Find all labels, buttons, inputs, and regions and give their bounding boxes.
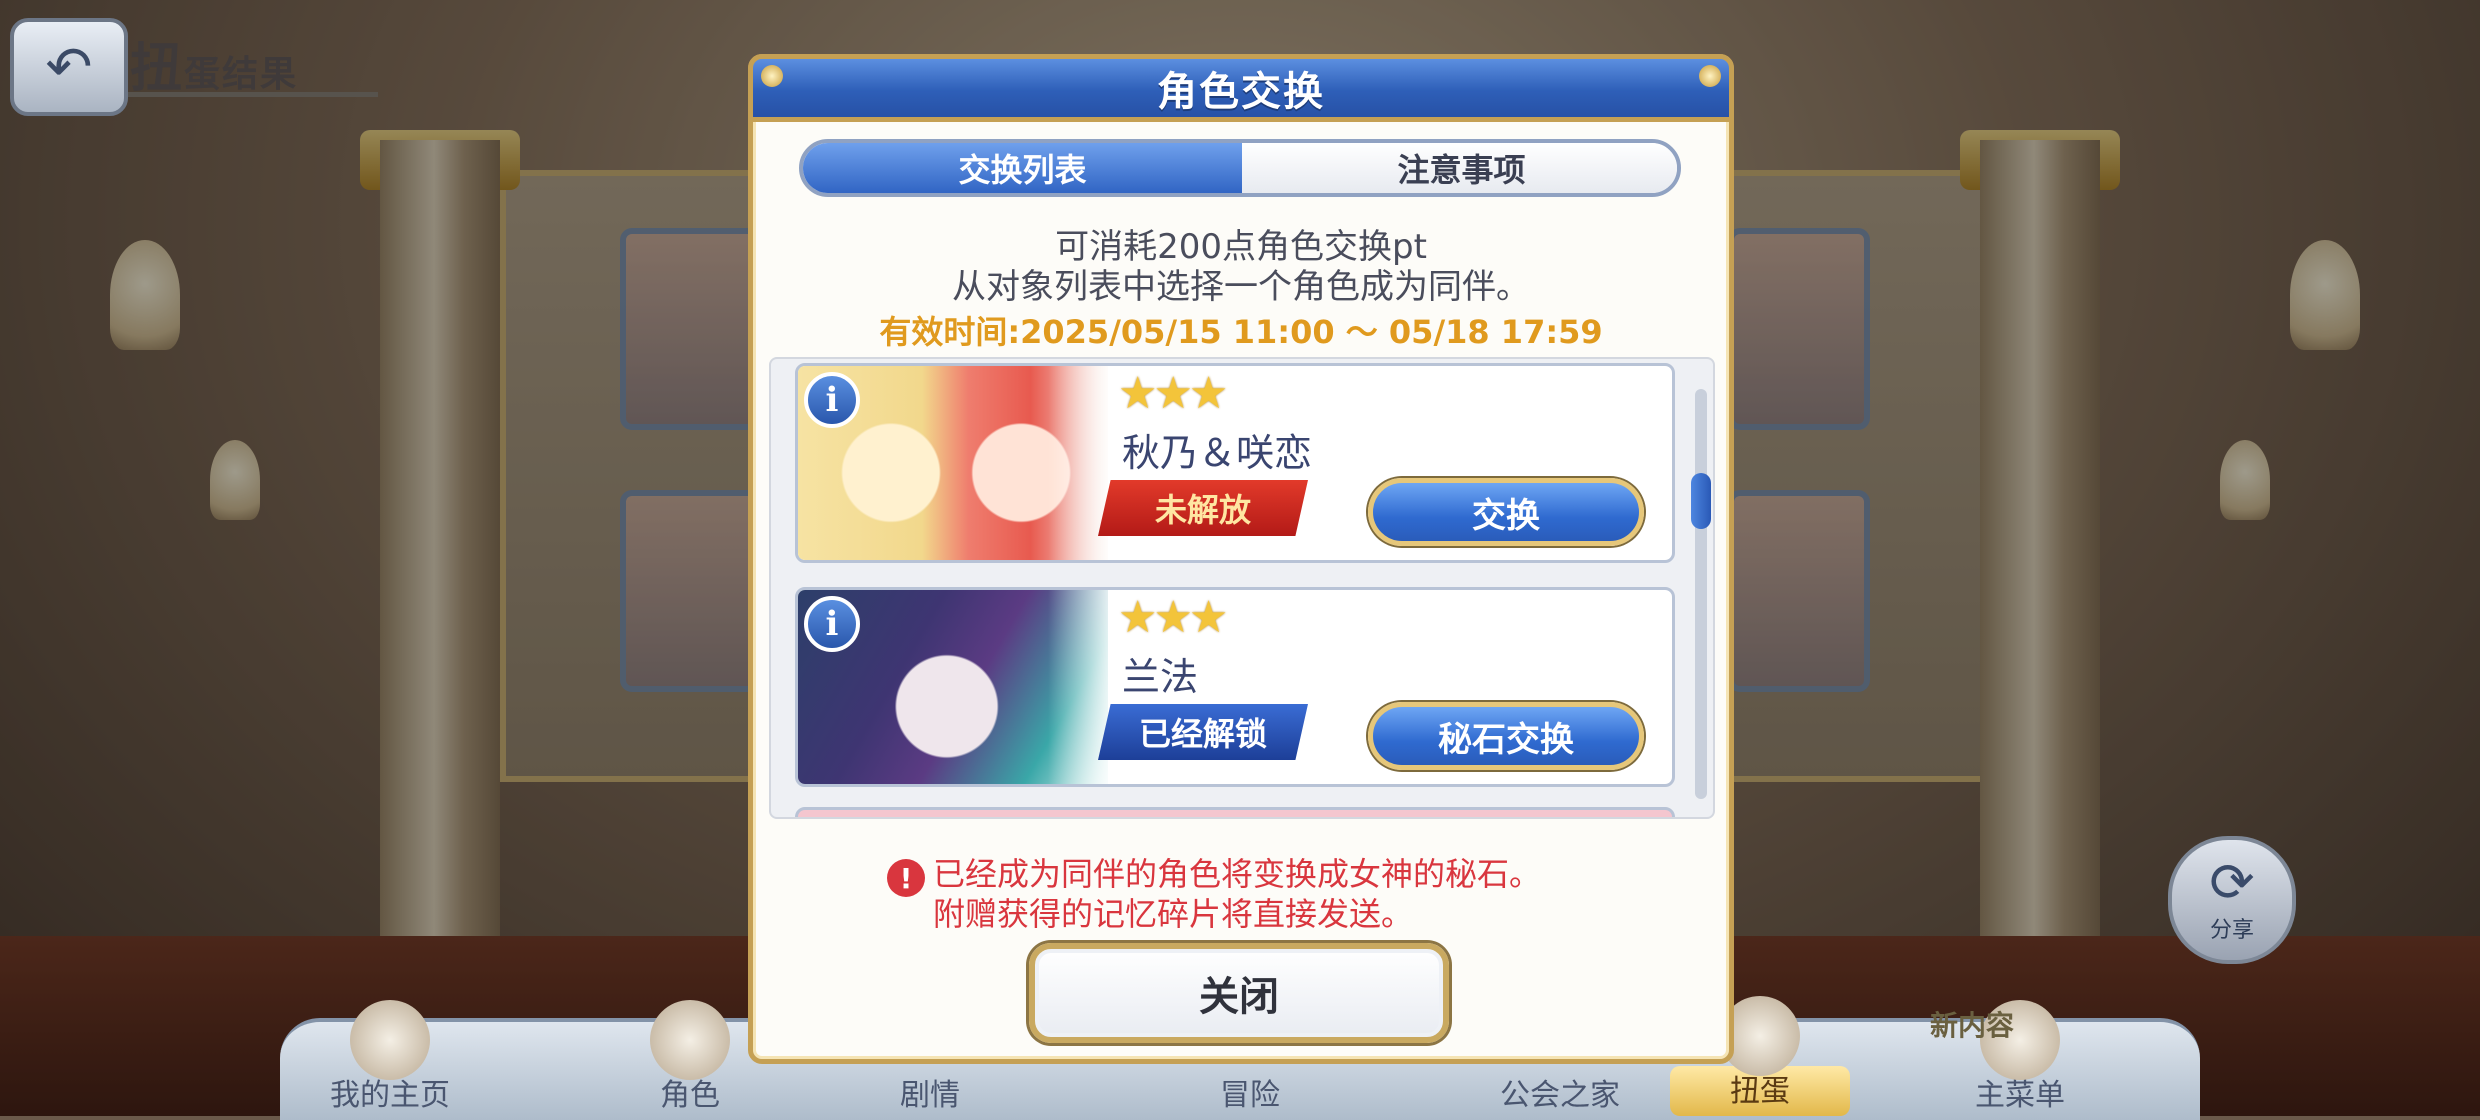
dialog-title: 角色交换 [1157, 69, 1325, 115]
dialog-header: 角色交换 [748, 54, 1734, 122]
page-title-main: 扭 [130, 39, 185, 99]
status-badge: 未解放 [1098, 480, 1308, 536]
star-rating: ★★★ [1118, 368, 1228, 419]
nav-item-character[interactable]: 角色 [600, 1000, 780, 1114]
tab-bar: 交换列表 注意事项 [799, 139, 1681, 197]
scroll-thumb[interactable] [1691, 473, 1711, 529]
page-title: 扭蛋结果 [130, 26, 298, 101]
stone-exchange-button[interactable]: 秘石交换 [1368, 702, 1644, 770]
exchange-list[interactable]: i ★★★ 秋乃＆咲恋 未解放 交换 i ★★★ 兰法 已经解锁 秘石交换 [769, 357, 1715, 819]
nav-item-story[interactable]: 剧情 [840, 1070, 1020, 1114]
nav-item-gacha[interactable]: 扭蛋 [1670, 996, 1850, 1116]
list-item: i ★★★ 兰法 已经解锁 秘石交换 [795, 587, 1675, 787]
nav-label: 扭蛋 [1730, 1074, 1790, 1109]
title-underline [128, 92, 378, 97]
back-arrow-icon: ↶ [45, 34, 93, 100]
list-scrollbar[interactable] [1691, 389, 1711, 799]
share-icon: ⟳ [2209, 851, 2255, 914]
page-title-sub: 蛋结果 [184, 54, 299, 95]
share-button[interactable]: ⟳ 分享 [2168, 836, 2296, 964]
tab-notes[interactable]: 注意事项 [1242, 143, 1677, 193]
nav-label: 主菜单 [1975, 1078, 2065, 1113]
info-icon[interactable]: i [804, 372, 860, 428]
nav-label: 我的主页 [330, 1078, 450, 1113]
info-icon[interactable]: i [804, 596, 860, 652]
status-badge: 已经解锁 [1098, 704, 1308, 760]
warning-line-2: 附赠获得的记忆碎片将直接发送。 [933, 895, 1414, 933]
nav-item-home[interactable]: 我的主页 [300, 1000, 480, 1114]
tab-exchange-list[interactable]: 交换列表 [803, 143, 1242, 193]
valid-period: 有效时间:2025/05/15 11:00 ～ 05/18 17:59 [879, 313, 1603, 351]
list-item-partial [795, 807, 1675, 817]
nav-label: 公会之家 [1500, 1078, 1620, 1113]
nav-item-guild[interactable]: 公会之家 [1470, 1070, 1650, 1114]
nav-item-quest[interactable]: 冒险 [1160, 1070, 1340, 1114]
nav-label: 剧情 [900, 1078, 960, 1113]
nav-label: 角色 [660, 1078, 720, 1113]
ornament-icon [761, 65, 783, 87]
nav-item-menu[interactable]: 主菜单 [1930, 1000, 2110, 1114]
star-rating: ★★★ [1118, 592, 1228, 643]
exchange-button[interactable]: 交换 [1368, 478, 1644, 546]
ornament-icon [1699, 65, 1721, 87]
close-button[interactable]: 关闭 [1029, 943, 1449, 1043]
character-exchange-dialog: 角色交换 交换列表 注意事项 可消耗200点角色交换pt 从对象列表中选择一个角… [748, 54, 1734, 1064]
nav-label: 冒险 [1220, 1078, 1280, 1113]
new-content-badge: 新内容 [1930, 1009, 2015, 1042]
description-line-2: 从对象列表中选择一个角色成为同伴。 [952, 267, 1530, 307]
character-name: 兰法 [1122, 655, 1199, 699]
share-label: 分享 [2209, 918, 2254, 943]
character-name: 秋乃＆咲恋 [1122, 431, 1313, 475]
back-button[interactable]: ↶ [10, 18, 128, 116]
home-icon [350, 1000, 430, 1080]
list-item: i ★★★ 秋乃＆咲恋 未解放 交换 [795, 363, 1675, 563]
exclamation-icon: ! [887, 859, 925, 897]
character-icon [650, 1000, 730, 1080]
